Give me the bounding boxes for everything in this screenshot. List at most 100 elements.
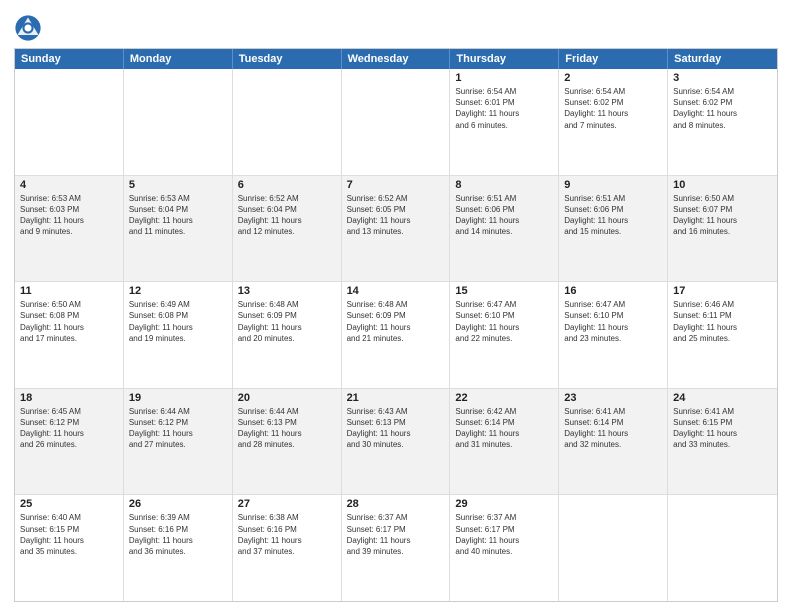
day-info: Sunrise: 6:48 AM Sunset: 6:09 PM Dayligh… (347, 299, 445, 344)
calendar-cell: 25Sunrise: 6:40 AM Sunset: 6:15 PM Dayli… (15, 495, 124, 601)
page: SundayMondayTuesdayWednesdayThursdayFrid… (0, 0, 792, 612)
calendar-cell: 24 Sunrise: 6:41 AM Sunset: 6:15 PM Dayli… (668, 389, 777, 495)
day-number: 15 (455, 285, 553, 297)
calendar-row: 4 Sunrise: 6:53 AM Sunset: 6:03 PM Daylig… (15, 176, 777, 283)
calendar-cell (15, 69, 124, 175)
day-info: Sunrise: 6:54 AM Sunset: 6:01 PM Dayligh… (455, 86, 553, 131)
day-number: 6 (238, 179, 336, 191)
day-number: 16 (564, 285, 662, 297)
calendar-cell: 21 Sunrise: 6:43 AM Sunset: 6:13 PM Dayli… (342, 389, 451, 495)
day-info: Sunrise: 6:53 AM Sunset: 6:04 PM Dayligh… (129, 193, 227, 238)
calendar-cell: 18 Sunrise: 6:45 AM Sunset: 6:12 PM Dayli… (15, 389, 124, 495)
day-number: 25 (20, 498, 118, 510)
calendar-cell (559, 495, 668, 601)
day-number: 19 (129, 392, 227, 404)
day-info: Sunrise: 6:54 AM Sunset: 6:02 PM Dayligh… (673, 86, 772, 131)
calendar-cell (233, 69, 342, 175)
calendar-cell: 17Sunrise: 6:46 AM Sunset: 6:11 PM Dayli… (668, 282, 777, 388)
calendar-cell: 19 Sunrise: 6:44 AM Sunset: 6:12 PM Dayli… (124, 389, 233, 495)
day-info: Sunrise: 6:52 AM Sunset: 6:04 PM Dayligh… (238, 193, 336, 238)
calendar-cell: 4 Sunrise: 6:53 AM Sunset: 6:03 PM Daylig… (15, 176, 124, 282)
day-info: Sunrise: 6:49 AM Sunset: 6:08 PM Dayligh… (129, 299, 227, 344)
calendar-cell: 13 Sunrise: 6:48 AM Sunset: 6:09 PM Dayli… (233, 282, 342, 388)
day-number: 5 (129, 179, 227, 191)
day-info: Sunrise: 6:53 AM Sunset: 6:03 PM Dayligh… (20, 193, 118, 238)
day-number: 24 (673, 392, 772, 404)
calendar-cell (668, 495, 777, 601)
calendar-row: 18 Sunrise: 6:45 AM Sunset: 6:12 PM Dayli… (15, 389, 777, 496)
calendar-cell: 11 Sunrise: 6:50 AM Sunset: 6:08 PM Dayli… (15, 282, 124, 388)
day-number: 7 (347, 179, 445, 191)
calendar-cell: 7 Sunrise: 6:52 AM Sunset: 6:05 PM Daylig… (342, 176, 451, 282)
day-info: Sunrise: 6:52 AM Sunset: 6:05 PM Dayligh… (347, 193, 445, 238)
header (14, 10, 778, 42)
calendar-header-cell: Sunday (15, 49, 124, 69)
day-info: Sunrise: 6:50 AM Sunset: 6:07 PM Dayligh… (673, 193, 772, 238)
calendar-row: 11 Sunrise: 6:50 AM Sunset: 6:08 PM Dayli… (15, 282, 777, 389)
day-info: Sunrise: 6:45 AM Sunset: 6:12 PM Dayligh… (20, 406, 118, 451)
day-number: 3 (673, 72, 772, 84)
day-info: Sunrise: 6:48 AM Sunset: 6:09 PM Dayligh… (238, 299, 336, 344)
day-info: Sunrise: 6:51 AM Sunset: 6:06 PM Dayligh… (455, 193, 553, 238)
day-number: 28 (347, 498, 445, 510)
calendar-row: 1 Sunrise: 6:54 AM Sunset: 6:01 PM Daylig… (15, 69, 777, 176)
day-info: Sunrise: 6:46 AM Sunset: 6:11 PM Dayligh… (673, 299, 772, 344)
day-number: 14 (347, 285, 445, 297)
day-info: Sunrise: 6:50 AM Sunset: 6:08 PM Dayligh… (20, 299, 118, 344)
calendar-cell: 27 Sunrise: 6:38 AM Sunset: 6:16 PM Dayli… (233, 495, 342, 601)
day-number: 11 (20, 285, 118, 297)
calendar-cell: 5 Sunrise: 6:53 AM Sunset: 6:04 PM Daylig… (124, 176, 233, 282)
day-number: 4 (20, 179, 118, 191)
day-info: Sunrise: 6:47 AM Sunset: 6:10 PM Dayligh… (455, 299, 553, 344)
day-number: 20 (238, 392, 336, 404)
day-number: 8 (455, 179, 553, 191)
calendar-cell: 16 Sunrise: 6:47 AM Sunset: 6:10 PM Dayli… (559, 282, 668, 388)
day-number: 1 (455, 72, 553, 84)
day-info: Sunrise: 6:44 AM Sunset: 6:13 PM Dayligh… (238, 406, 336, 451)
calendar-cell (124, 69, 233, 175)
day-info: Sunrise: 6:51 AM Sunset: 6:06 PM Dayligh… (564, 193, 662, 238)
calendar-header-cell: Wednesday (342, 49, 451, 69)
calendar-body: 1 Sunrise: 6:54 AM Sunset: 6:01 PM Daylig… (15, 69, 777, 601)
calendar-cell: 12 Sunrise: 6:49 AM Sunset: 6:08 PM Dayli… (124, 282, 233, 388)
logo (14, 14, 46, 42)
day-number: 13 (238, 285, 336, 297)
calendar-cell: 15 Sunrise: 6:47 AM Sunset: 6:10 PM Dayli… (450, 282, 559, 388)
day-info: Sunrise: 6:38 AM Sunset: 6:16 PM Dayligh… (238, 512, 336, 557)
day-number: 29 (455, 498, 553, 510)
day-info: Sunrise: 6:54 AM Sunset: 6:02 PM Dayligh… (564, 86, 662, 131)
calendar-row: 25Sunrise: 6:40 AM Sunset: 6:15 PM Dayli… (15, 495, 777, 601)
calendar-cell: 10 Sunrise: 6:50 AM Sunset: 6:07 PM Dayli… (668, 176, 777, 282)
calendar: SundayMondayTuesdayWednesdayThursdayFrid… (14, 48, 778, 602)
calendar-cell: 26 Sunrise: 6:39 AM Sunset: 6:16 PM Dayli… (124, 495, 233, 601)
calendar-cell: 20 Sunrise: 6:44 AM Sunset: 6:13 PM Dayli… (233, 389, 342, 495)
calendar-header-cell: Tuesday (233, 49, 342, 69)
calendar-cell: 8 Sunrise: 6:51 AM Sunset: 6:06 PM Daylig… (450, 176, 559, 282)
calendar-cell: 2Sunrise: 6:54 AM Sunset: 6:02 PM Daylig… (559, 69, 668, 175)
day-number: 18 (20, 392, 118, 404)
day-number: 21 (347, 392, 445, 404)
day-info: Sunrise: 6:41 AM Sunset: 6:15 PM Dayligh… (673, 406, 772, 451)
day-info: Sunrise: 6:37 AM Sunset: 6:17 PM Dayligh… (455, 512, 553, 557)
day-info: Sunrise: 6:43 AM Sunset: 6:13 PM Dayligh… (347, 406, 445, 451)
calendar-cell: 14 Sunrise: 6:48 AM Sunset: 6:09 PM Dayli… (342, 282, 451, 388)
calendar-cell: 28 Sunrise: 6:37 AM Sunset: 6:17 PM Dayli… (342, 495, 451, 601)
day-info: Sunrise: 6:41 AM Sunset: 6:14 PM Dayligh… (564, 406, 662, 451)
calendar-header-cell: Friday (559, 49, 668, 69)
calendar-cell: 9 Sunrise: 6:51 AM Sunset: 6:06 PM Daylig… (559, 176, 668, 282)
day-number: 12 (129, 285, 227, 297)
day-info: Sunrise: 6:44 AM Sunset: 6:12 PM Dayligh… (129, 406, 227, 451)
day-number: 9 (564, 179, 662, 191)
day-info: Sunrise: 6:39 AM Sunset: 6:16 PM Dayligh… (129, 512, 227, 557)
day-info: Sunrise: 6:37 AM Sunset: 6:17 PM Dayligh… (347, 512, 445, 557)
calendar-cell: 29 Sunrise: 6:37 AM Sunset: 6:17 PM Dayli… (450, 495, 559, 601)
calendar-cell: 6 Sunrise: 6:52 AM Sunset: 6:04 PM Daylig… (233, 176, 342, 282)
calendar-cell (342, 69, 451, 175)
calendar-header-row: SundayMondayTuesdayWednesdayThursdayFrid… (15, 49, 777, 69)
day-number: 27 (238, 498, 336, 510)
day-number: 10 (673, 179, 772, 191)
calendar-cell: 3 Sunrise: 6:54 AM Sunset: 6:02 PM Daylig… (668, 69, 777, 175)
calendar-cell: 1 Sunrise: 6:54 AM Sunset: 6:01 PM Daylig… (450, 69, 559, 175)
day-number: 26 (129, 498, 227, 510)
day-info: Sunrise: 6:47 AM Sunset: 6:10 PM Dayligh… (564, 299, 662, 344)
